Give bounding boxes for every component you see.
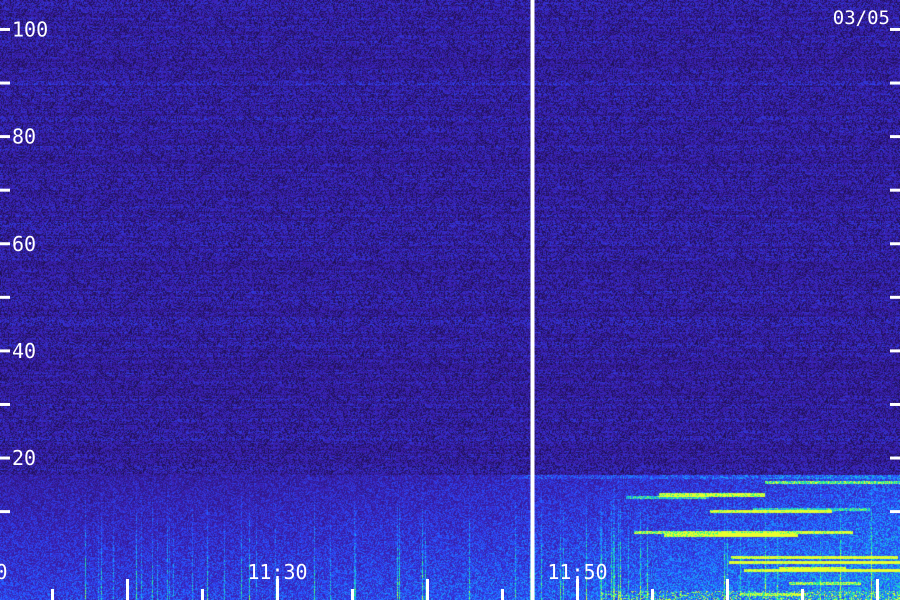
x-tick-label: 11:50 [547,560,607,584]
y-tick-label: 20 [12,446,36,470]
y-tick-label: 60 [12,232,36,256]
y-tick-label: 100 [12,17,48,41]
x-axis: 11:10 11:30 11:50 [0,560,879,600]
y-axis-left: 100 80 60 40 20 [0,17,48,514]
x-tick-label: 11:10 [0,560,8,584]
spectrogram-overlay: 100 80 60 40 20 11:10 11:30 11:50 03/05 [0,0,900,600]
y-tick-label: 80 [12,125,36,149]
date-label: 03/05 [833,7,890,29]
x-tick-label: 11:30 [247,560,307,584]
y-tick-label: 40 [12,339,36,363]
y-axis-right [890,27,900,514]
spectrogram-view: 100 80 60 40 20 11:10 11:30 11:50 03/05 [0,0,900,600]
